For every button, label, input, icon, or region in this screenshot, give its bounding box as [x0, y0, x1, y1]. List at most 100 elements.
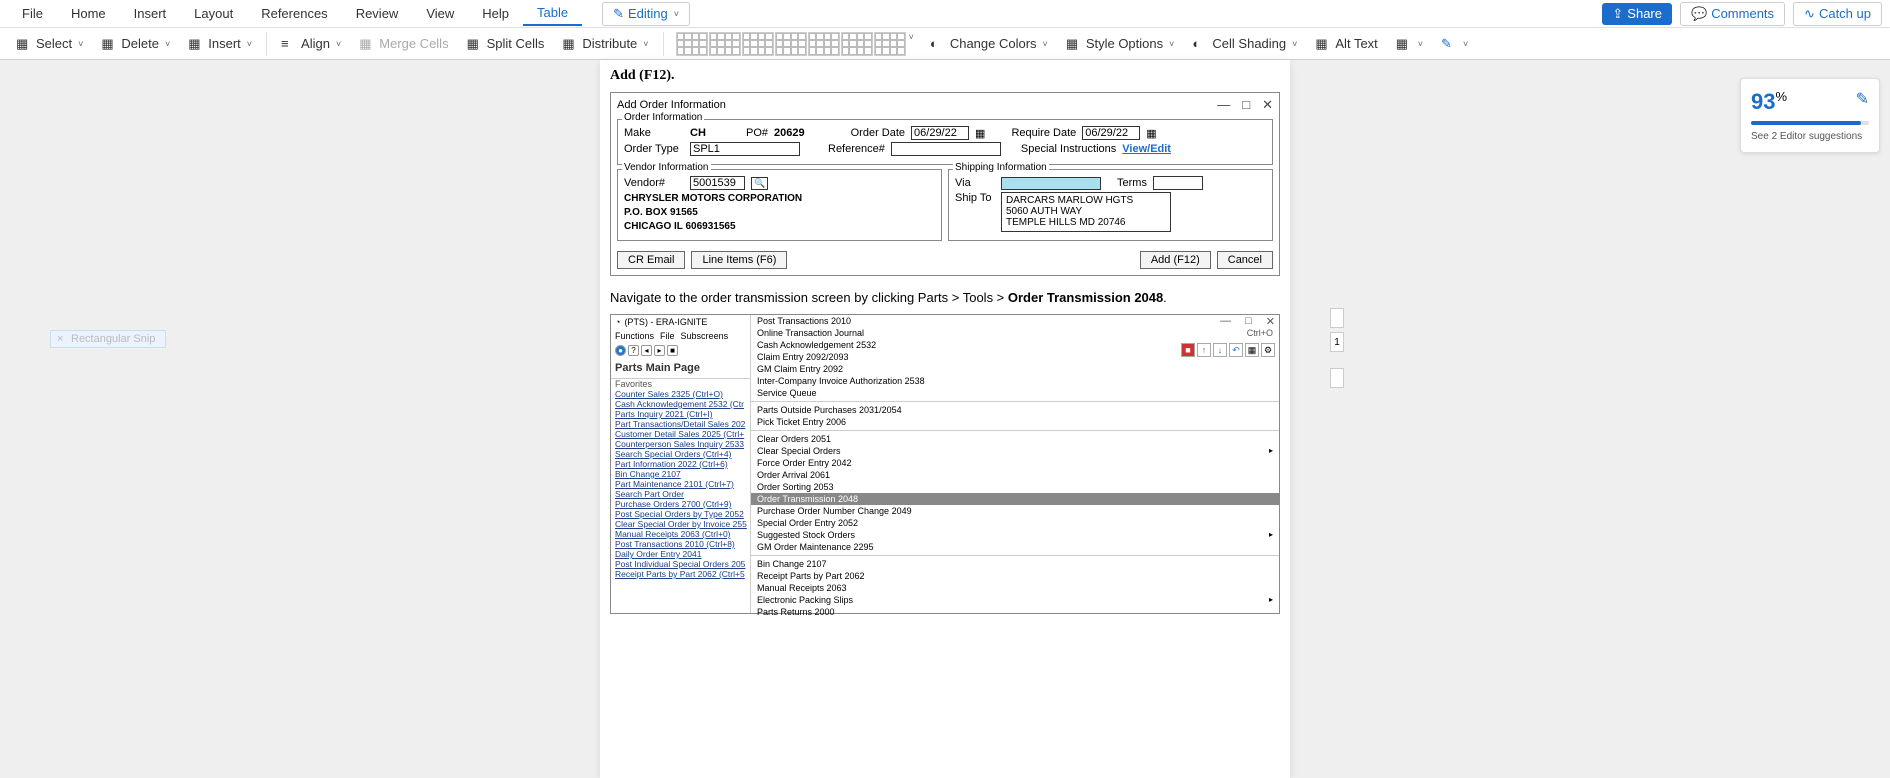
style-option[interactable]	[808, 32, 840, 56]
reference-field[interactable]	[891, 142, 1001, 156]
menu-item[interactable]: Order Arrival 2061	[751, 469, 1279, 481]
menu-item[interactable]: Special Order Entry 2052	[751, 517, 1279, 529]
minimize-icon[interactable]: —	[1220, 315, 1231, 328]
close-icon[interactable]: ✕	[1266, 315, 1275, 328]
favorite-link[interactable]: Purchase Orders 2700 (Ctrl+9)	[611, 499, 750, 509]
menu-item[interactable]: Post Transactions 2010	[751, 315, 1279, 327]
score-suggestion[interactable]: See 2 Editor suggestions	[1751, 131, 1869, 142]
favorite-link[interactable]: Daily Order Entry 2041	[611, 549, 750, 559]
delete-button[interactable]: ▦Delete˅	[93, 33, 178, 55]
terms-field[interactable]	[1153, 176, 1203, 190]
favorite-link[interactable]: Manual Receipts 2063 (Ctrl+0)	[611, 529, 750, 539]
stop-icon[interactable]: ■	[667, 345, 678, 356]
globe-icon[interactable]: ●	[615, 345, 626, 356]
viewedit-link[interactable]: View/Edit	[1122, 143, 1171, 155]
menu-item[interactable]: Clear Orders 2051	[751, 433, 1279, 445]
app2-menu-functions[interactable]: Functions	[615, 331, 654, 341]
order-date-field[interactable]	[911, 126, 969, 140]
style-option[interactable]	[742, 32, 774, 56]
align-button[interactable]: ≡Align˅	[273, 33, 349, 55]
chevron-down-icon[interactable]: ˅	[909, 32, 914, 56]
favorite-link[interactable]: Bin Change 2107	[611, 469, 750, 479]
menu-table[interactable]: Table	[523, 1, 582, 26]
favorite-link[interactable]: Search Part Order	[611, 489, 750, 499]
maximize-icon[interactable]: □	[1245, 315, 1252, 328]
menu-item[interactable]: Inter-Company Invoice Authorization 2538	[751, 375, 1279, 387]
favorite-link[interactable]: Post Individual Special Orders 205	[611, 559, 750, 569]
menu-item[interactable]: Bin Change 2107	[751, 558, 1279, 570]
require-date-field[interactable]	[1082, 126, 1140, 140]
editing-mode-button[interactable]: ✎ Editing ˅	[602, 2, 690, 26]
distribute-button[interactable]: ▦Distribute˅	[554, 33, 656, 55]
pen-icon[interactable]: ✎	[1856, 89, 1869, 109]
via-field[interactable]	[1001, 177, 1101, 190]
menu-item[interactable]: Electronic Packing Slips	[751, 594, 1279, 606]
prev-icon[interactable]: ◂	[641, 345, 652, 356]
menu-item[interactable]: Suggested Stock Orders	[751, 529, 1279, 541]
favorite-link[interactable]: Part Information 2022 (Ctrl+6)	[611, 459, 750, 469]
app2-menu-file[interactable]: File	[660, 331, 675, 341]
favorite-link[interactable]: Clear Special Order by Invoice 255	[611, 519, 750, 529]
cr-email-button[interactable]: CR Email	[617, 251, 685, 269]
pen-button[interactable]: ✎˅	[1433, 33, 1476, 55]
menu-item[interactable]: Manual Receipts 2063	[751, 582, 1279, 594]
close-icon[interactable]: ✕	[1262, 97, 1273, 113]
vendor-no-field[interactable]	[690, 176, 745, 190]
favorite-link[interactable]: Post Transactions 2010 (Ctrl+8)	[611, 539, 750, 549]
comments-button[interactable]: 💬 Comments	[1680, 2, 1785, 26]
next-icon[interactable]: ▸	[654, 345, 665, 356]
help-icon[interactable]: ?	[628, 345, 639, 356]
menu-item[interactable]: Clear Special Orders	[751, 445, 1279, 457]
favorite-link[interactable]: Counter Sales 2325 (Ctrl+O)	[611, 389, 750, 399]
menu-item[interactable]: Order Transmission 2048	[751, 493, 1279, 505]
menu-references[interactable]: References	[247, 2, 341, 25]
ship-to-box[interactable]: DARCARS MARLOW HGTS 5060 AUTH WAY TEMPLE…	[1001, 192, 1171, 232]
favorite-link[interactable]: Counterperson Sales Inquiry 2533	[611, 439, 750, 449]
alt-text-button[interactable]: ▦Alt Text	[1307, 33, 1385, 55]
menu-item[interactable]: Online Transaction JournalCtrl+O	[751, 327, 1279, 339]
down-icon[interactable]: ↓	[1213, 343, 1227, 357]
style-option[interactable]	[874, 32, 906, 56]
select-button[interactable]: ▦Select˅	[8, 33, 91, 55]
menu-item[interactable]: Receipt Parts by Part 2062	[751, 570, 1279, 582]
maximize-icon[interactable]: □	[1242, 97, 1250, 113]
menu-view[interactable]: View	[412, 2, 468, 25]
minimize-icon[interactable]: —	[1217, 97, 1230, 113]
favorite-link[interactable]: Search Special Orders (Ctrl+4)	[611, 449, 750, 459]
menu-help[interactable]: Help	[468, 2, 523, 25]
table-style-gallery[interactable]: ˅	[670, 32, 920, 56]
order-type-field[interactable]	[690, 142, 800, 156]
favorite-link[interactable]: Receipt Parts by Part 2062 (Ctrl+5	[611, 569, 750, 579]
style-option[interactable]	[841, 32, 873, 56]
menu-item[interactable]: Parts Outside Purchases 2031/2054	[751, 404, 1279, 416]
menu-item[interactable]: Parts Returns 2000	[751, 606, 1279, 618]
favorite-link[interactable]: Part Transactions/Detail Sales 202	[611, 419, 750, 429]
snip-tag[interactable]: Rectangular Snip	[50, 330, 166, 348]
search-icon[interactable]: 🔍	[751, 177, 768, 190]
app2-menu-subscreens[interactable]: Subscreens	[681, 331, 729, 341]
cell-marker[interactable]	[1330, 368, 1344, 388]
calendar-icon[interactable]: ▦	[975, 127, 985, 140]
favorite-link[interactable]: Part Maintenance 2101 (Ctrl+7)	[611, 479, 750, 489]
merge-button[interactable]: ▦Merge Cells	[351, 33, 456, 55]
red-icon[interactable]: ■	[1181, 343, 1195, 357]
editor-score-card[interactable]: ✎ 93% See 2 Editor suggestions	[1740, 78, 1880, 153]
style-option[interactable]	[775, 32, 807, 56]
menu-item[interactable]: Force Order Entry 2042	[751, 457, 1279, 469]
favorite-link[interactable]: Cash Acknowledgement 2532 (Ctr	[611, 399, 750, 409]
border-button[interactable]: ▦˅	[1388, 33, 1431, 55]
menu-home[interactable]: Home	[57, 2, 120, 25]
favorite-link[interactable]: Post Special Orders by Type 2052	[611, 509, 750, 519]
cell-shading-button[interactable]: ◐Cell Shading˅	[1184, 33, 1305, 55]
gear-icon[interactable]: ⚙	[1261, 343, 1275, 357]
grid-icon[interactable]: ▦	[1245, 343, 1259, 357]
style-option[interactable]	[676, 32, 708, 56]
menu-file[interactable]: File	[8, 2, 57, 25]
menu-item[interactable]: Service Queue	[751, 387, 1279, 399]
menu-review[interactable]: Review	[342, 2, 413, 25]
favorite-link[interactable]: Customer Detail Sales 2025 (Ctrl+	[611, 429, 750, 439]
cell-marker[interactable]	[1330, 308, 1344, 328]
menu-item[interactable]: Purchase Order Number Change 2049	[751, 505, 1279, 517]
insert-button[interactable]: ▦Insert˅	[180, 33, 260, 55]
cancel-button[interactable]: Cancel	[1217, 251, 1273, 269]
